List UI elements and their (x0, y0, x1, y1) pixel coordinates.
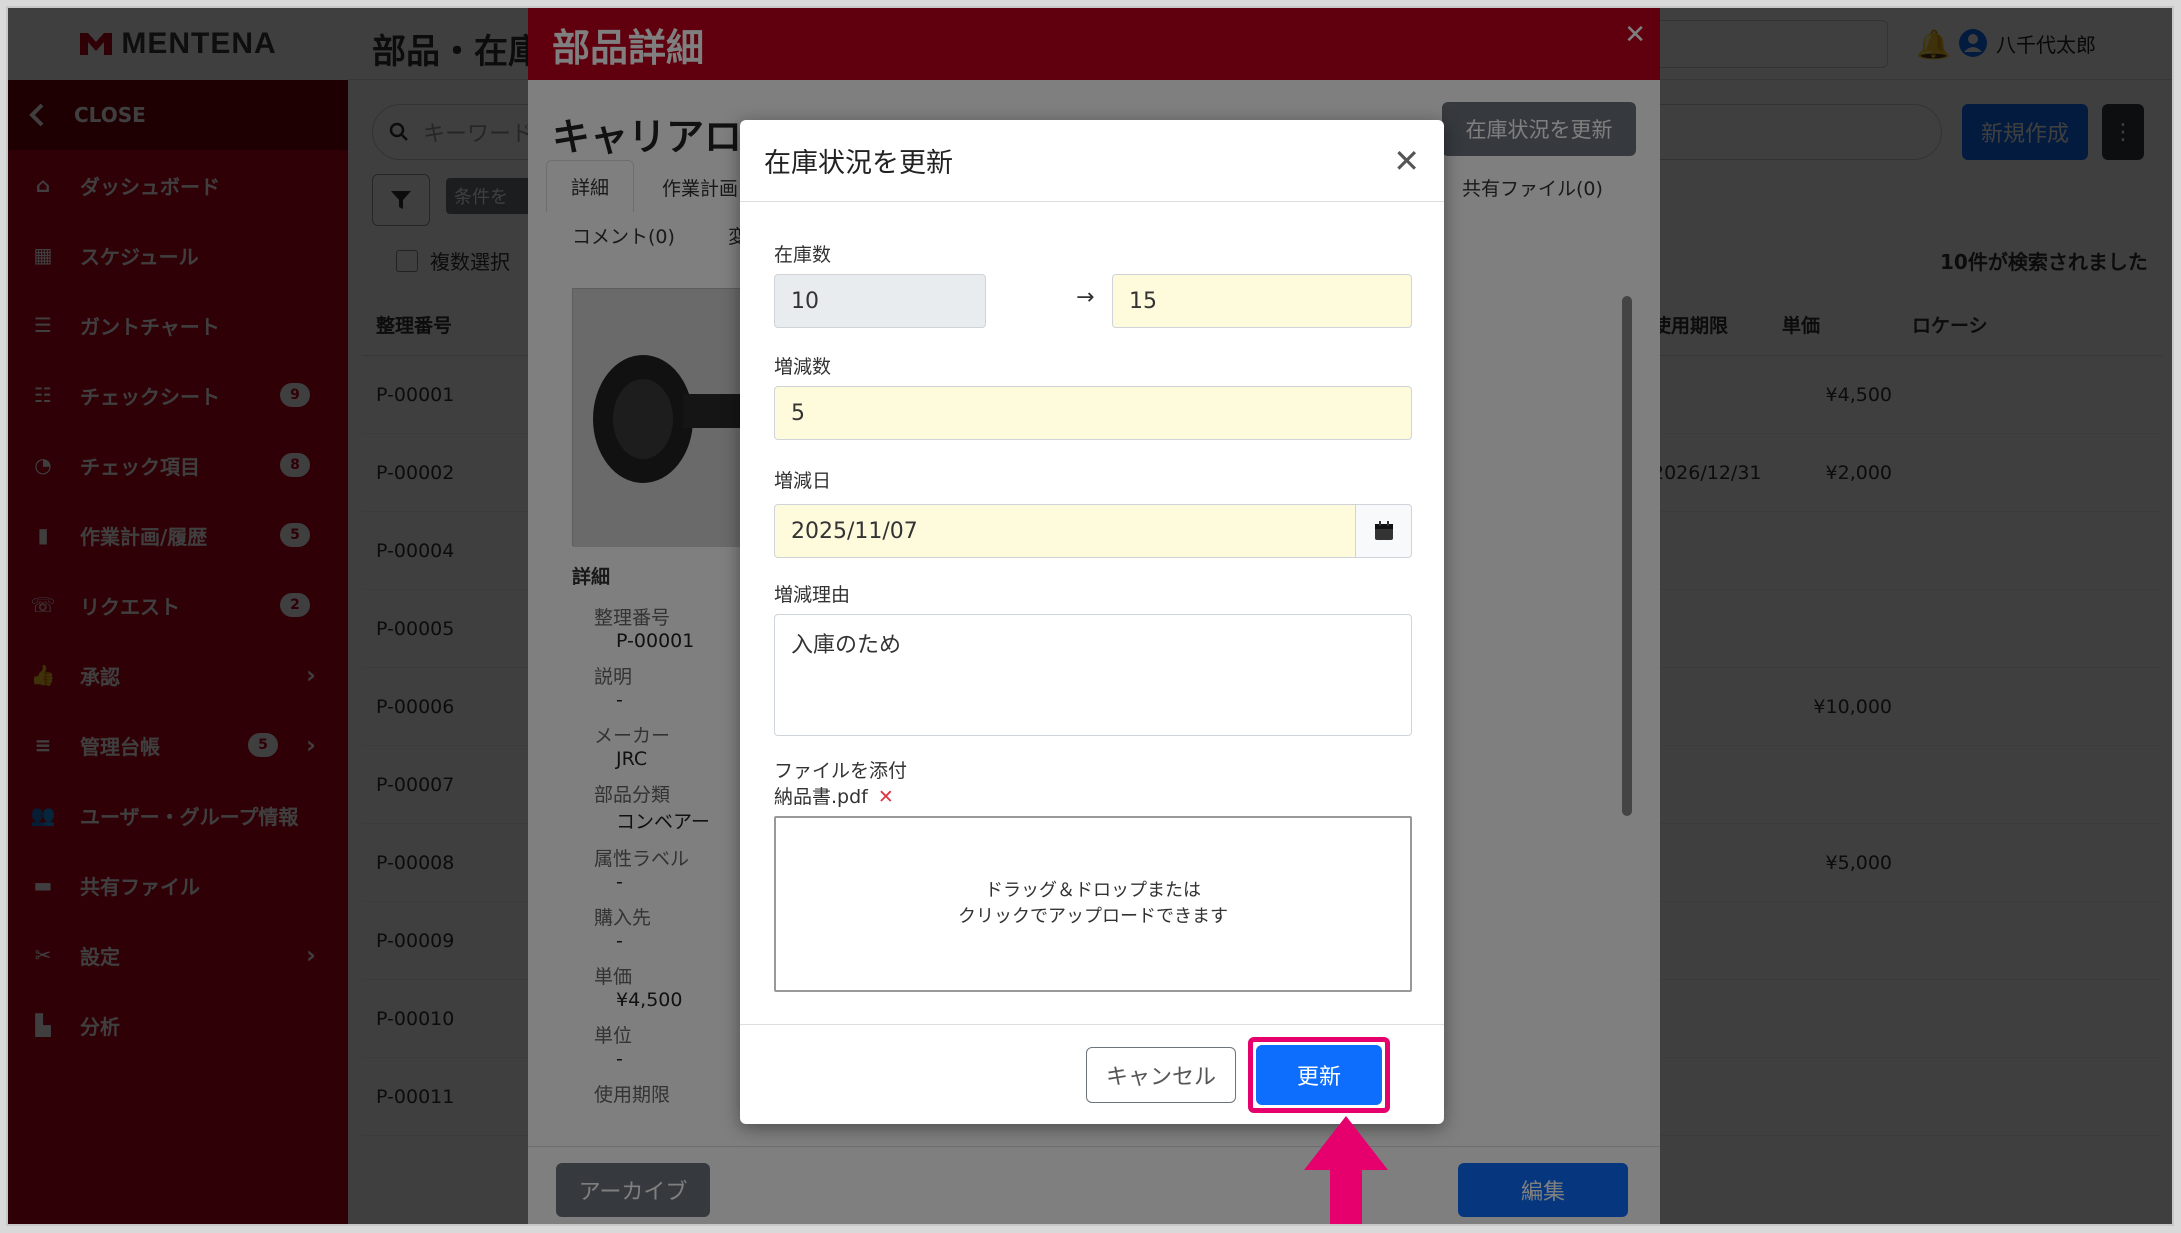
arrow-right-icon: → (1076, 285, 1095, 310)
stock-label: 在庫数 (774, 244, 832, 266)
remove-file-icon[interactable]: ✕ (878, 786, 894, 808)
pointer-arrow-icon (1304, 1116, 1388, 1224)
file-attach-label: ファイルを添付 (774, 760, 908, 782)
modal-footer: キャンセル 更新 (740, 1024, 1444, 1124)
modal-title: 在庫状況を更新 (764, 148, 953, 179)
attached-file-name[interactable]: 納品書.pdf (774, 786, 868, 808)
modal-close-icon[interactable]: ✕ (1393, 142, 1420, 180)
stock-before-field: 10 (774, 274, 986, 328)
stock-after-field: 15 (1112, 274, 1412, 328)
app-window: MENTENA CLOSE ⌂ダッシュボード▦スケジュール☰ガントチャート☷チェ… (6, 6, 2174, 1226)
file-attach-section: ファイルを添付 納品書.pdf ✕ (774, 758, 907, 810)
reason-label: 増減理由 (774, 584, 851, 606)
calendar-button[interactable] (1356, 504, 1412, 558)
cancel-button[interactable]: キャンセル (1086, 1047, 1236, 1103)
dropzone-text-line2: クリックでアップロードできます (958, 906, 1228, 927)
date-input[interactable]: 2025/11/07 (774, 504, 1356, 558)
calendar-icon (1374, 521, 1393, 540)
dropzone-text-line1: ドラッグ＆ドロップまたは (985, 880, 1201, 901)
submit-update-button[interactable]: 更新 (1256, 1045, 1382, 1105)
update-stock-modal: 在庫状況を更新 ✕ 在庫数 10 → 15 増減数 5 増減日 2025/11/… (740, 120, 1444, 1124)
file-dropzone[interactable]: ドラッグ＆ドロップまたは クリックでアップロードできます (774, 816, 1412, 992)
delta-input[interactable]: 5 (774, 386, 1412, 440)
date-label: 増減日 (774, 470, 832, 492)
modal-header: 在庫状況を更新 ✕ (740, 120, 1444, 202)
reason-textarea[interactable]: 入庫のため (774, 614, 1412, 736)
delta-label: 増減数 (774, 356, 832, 378)
